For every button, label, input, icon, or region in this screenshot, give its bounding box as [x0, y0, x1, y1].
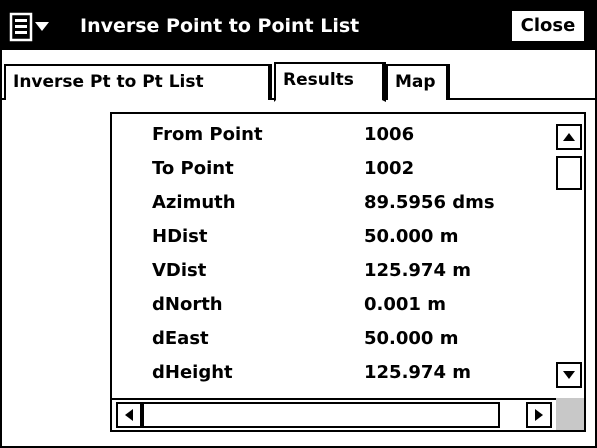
- horizontal-scroll-thumb[interactable]: [142, 402, 500, 428]
- results-list[interactable]: From Point 1006 To Point 1002 Azimuth 89…: [110, 112, 586, 432]
- list-item[interactable]: To Point 1002: [112, 152, 556, 186]
- results-panel: From Point 1006 To Point 1002 Azimuth 89…: [2, 100, 595, 446]
- scroll-right-button[interactable]: [526, 402, 552, 428]
- window-menu-button[interactable]: [8, 12, 72, 42]
- result-label: HDist: [152, 226, 208, 247]
- arrow-up-icon: [563, 133, 575, 141]
- scroll-left-button[interactable]: [116, 402, 142, 428]
- tab-bar: Inverse Pt to Pt List Results Map: [2, 50, 595, 102]
- result-value: 1006: [364, 124, 415, 145]
- result-label: From Point: [152, 124, 263, 145]
- list-item[interactable]: VDist 125.974 m: [112, 254, 556, 288]
- result-label: To Point: [152, 158, 234, 179]
- tab-results[interactable]: Results: [274, 62, 386, 102]
- scroll-down-button[interactable]: [556, 362, 582, 388]
- list-item[interactable]: HDist 50.000 m: [112, 220, 556, 254]
- arrow-left-icon: [125, 409, 133, 421]
- window-title: Inverse Point to Point List: [80, 15, 360, 37]
- result-label: dNorth: [152, 294, 223, 315]
- close-button[interactable]: Close: [510, 9, 586, 43]
- list-item[interactable]: dNorth 0.001 m: [112, 288, 556, 322]
- results-rows: From Point 1006 To Point 1002 Azimuth 89…: [112, 114, 556, 398]
- list-item[interactable]: From Point 1006: [112, 118, 556, 152]
- vertical-scroll-thumb[interactable]: [556, 156, 582, 190]
- arrow-right-icon: [535, 409, 543, 421]
- list-item[interactable]: Azimuth 89.5956 dms: [112, 186, 556, 220]
- scroll-up-button[interactable]: [556, 124, 582, 150]
- scrollbar-corner: [556, 398, 584, 430]
- result-label: VDist: [152, 260, 207, 281]
- horizontal-scrollbar[interactable]: [112, 398, 556, 430]
- title-bar: Inverse Point to Point List Close: [2, 2, 595, 50]
- result-value: 0.001 m: [364, 294, 446, 315]
- result-value: 50.000 m: [364, 226, 459, 247]
- result-label: dEast: [152, 328, 209, 349]
- list-item[interactable]: dHeight 125.974 m: [112, 356, 556, 390]
- result-value: 125.974 m: [364, 362, 472, 383]
- result-label: dHeight: [152, 362, 233, 383]
- chevron-down-icon: [35, 22, 49, 31]
- vertical-scrollbar[interactable]: [556, 114, 584, 398]
- arrow-down-icon: [563, 371, 575, 379]
- list-item[interactable]: dEast 50.000 m: [112, 322, 556, 356]
- result-value: 89.5956 dms: [364, 192, 495, 213]
- menu-list-icon: [9, 12, 49, 42]
- tab-inverse-pt-to-pt-list[interactable]: Inverse Pt to Pt List: [4, 64, 272, 100]
- result-value: 1002: [364, 158, 415, 179]
- result-label: Azimuth: [152, 192, 236, 213]
- inverse-point-window: Inverse Point to Point List Close Invers…: [0, 0, 597, 448]
- result-value: 50.000 m: [364, 328, 459, 349]
- tab-map[interactable]: Map: [386, 64, 450, 100]
- result-value: 125.974 m: [364, 260, 472, 281]
